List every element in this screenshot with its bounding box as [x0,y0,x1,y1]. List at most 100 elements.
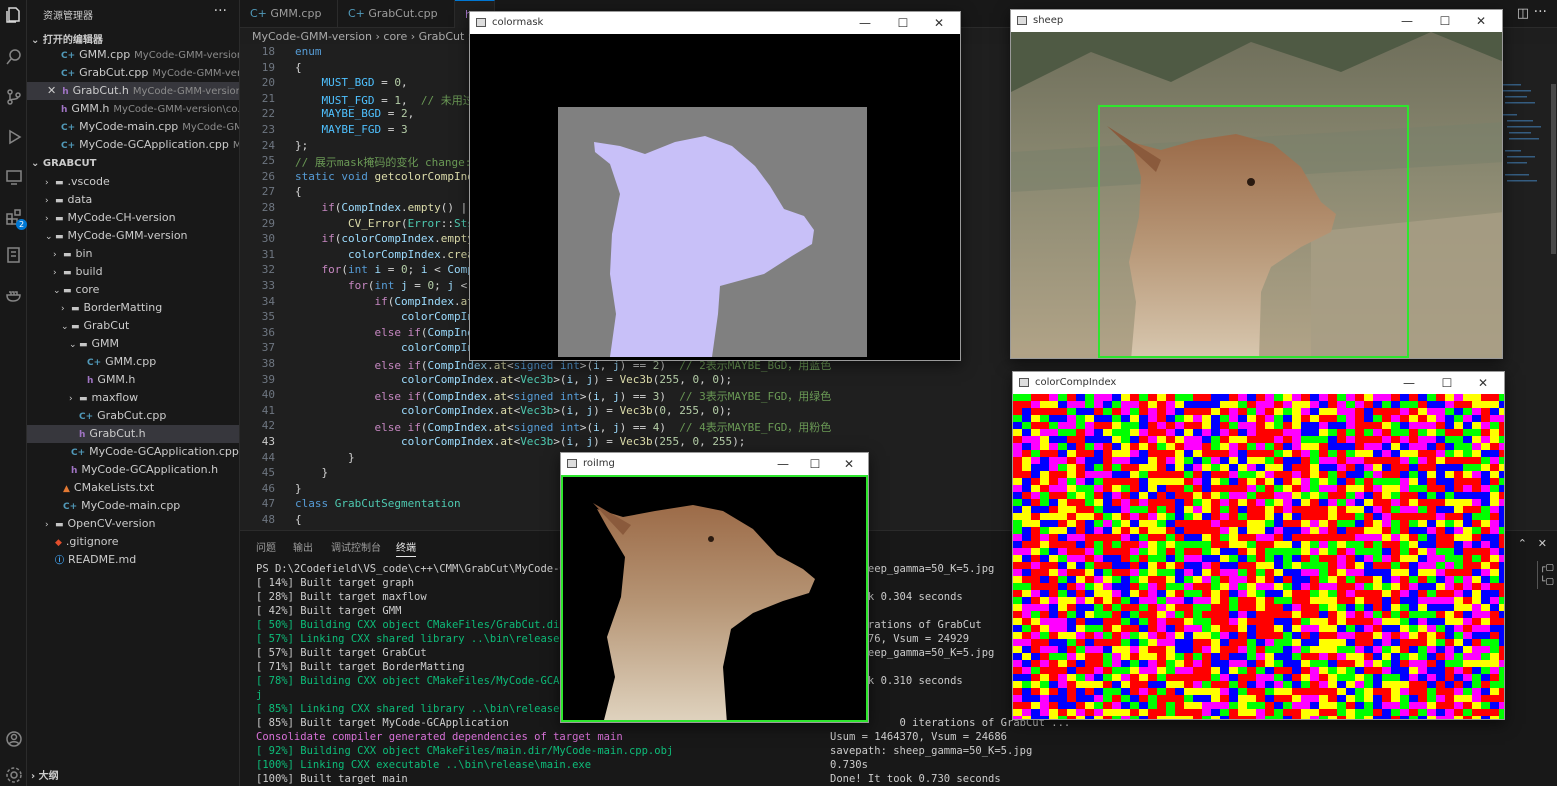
terminal-list[interactable]: ┌▢ └▢ [1537,561,1554,589]
terminal-instance-icon[interactable]: ┌▢ [1538,561,1554,575]
terminal-instance-icon[interactable]: └▢ [1538,575,1554,589]
code-line[interactable]: if(CompIndex.at< [295,295,480,308]
code-line[interactable]: colorCompInd [295,310,480,323]
tree-item[interactable]: › ▬ data [27,191,239,209]
tab-terminal[interactable]: 终端 [396,539,416,557]
tree-item[interactable]: › ▬ BorderMatting [27,299,239,317]
code-line[interactable]: if(CompIndex.empty() || [295,201,474,214]
minimize-button[interactable]: — [850,12,880,34]
tree-item[interactable]: ◆ .gitignore [27,533,239,551]
close-icon[interactable]: ✕ [47,84,56,97]
tree-item[interactable]: › ▬ MyCode-CH-version [27,209,239,227]
code-line[interactable]: colorCompIndex.creat [295,248,480,261]
tree-item[interactable]: C+ MyCode-main.cpp [27,497,239,515]
close-panel-icon[interactable]: ✕ [1538,537,1547,550]
remote-explorer-icon[interactable] [4,168,24,188]
docker-icon[interactable] [4,286,24,306]
tree-item[interactable]: ⌄ ▬ core [27,281,239,299]
close-button[interactable]: ✕ [1466,10,1496,32]
search-icon[interactable] [4,48,24,68]
tree-item[interactable]: h GrabCut.h [27,425,239,443]
tab-grabcut-cpp[interactable]: C+ GrabCut.cpp [338,0,455,28]
code-line[interactable]: MAYBE_FGD = 3 [295,123,408,136]
code-line[interactable]: else if(CompIndex.at<signed int>(i, j) =… [295,419,831,435]
maximize-button[interactable]: ☐ [1432,372,1462,394]
maximize-button[interactable]: ☐ [888,12,918,34]
colormask-titlebar[interactable]: colormask [470,12,960,34]
tree-item[interactable]: › ▬ build [27,263,239,281]
tree-item[interactable]: ⓘ README.md [27,551,239,569]
minimize-button[interactable]: — [1394,372,1424,394]
colorcompindex-window[interactable]: colorCompIndex — ☐ ✕ [1012,371,1505,720]
tree-item[interactable]: C+ MyCode-GCApplication.cpp [27,443,239,461]
tree-item[interactable]: ⌄ ▬ GMM [27,335,239,353]
maximize-button[interactable]: ☐ [1430,10,1460,32]
explorer-more-actions[interactable]: ··· [214,3,227,19]
open-editor-item[interactable]: h GMM.h MyCode-GMM-version\co... [27,100,239,118]
breadcrumb[interactable]: MyCode-GMM-version › core › GrabCut › h [252,30,483,44]
split-editor-icon[interactable]: ◫ [1517,6,1529,21]
source-control-icon[interactable] [4,88,24,108]
tree-item[interactable]: › ▬ maxflow [27,389,239,407]
roiimg-window[interactable]: roiImg — ☐ ✕ [560,452,869,723]
code-line[interactable]: for(int j = 0; j < C [295,279,481,292]
testing-icon[interactable] [4,246,24,266]
run-debug-icon[interactable] [4,128,24,148]
code-line[interactable]: class GrabCutSegmentation [295,497,461,510]
sheep-titlebar[interactable]: sheep [1011,10,1502,32]
open-editor-item[interactable]: C+GMM.cppMyCode-GMM-version\... [27,46,239,64]
code-line[interactable]: } [295,482,302,495]
project-header[interactable]: ⌄ GRABCUT [31,158,96,169]
open-editor-item[interactable]: C+GrabCut.cppMyCode-GMM-versi... [27,64,239,82]
code-line[interactable]: enum [295,45,322,58]
colormask-window[interactable]: colormask — ☐ ✕ [469,11,961,361]
tree-item[interactable]: ⌄ ▬ GrabCut [27,317,239,335]
code-line[interactable]: } [295,451,355,464]
account-icon[interactable] [4,730,24,750]
tree-item[interactable]: ▲ CMakeLists.txt [27,479,239,497]
code-line[interactable]: { [295,513,302,526]
maximize-panel-icon[interactable]: ⌃ [1518,537,1527,550]
tab-output[interactable]: 输出 [293,539,313,554]
minimize-button[interactable]: — [768,453,798,475]
code-line[interactable]: static void getcolorCompInde [295,170,480,183]
code-line[interactable]: colorCompInd [295,341,480,354]
code-line[interactable]: { [295,185,302,198]
code-line[interactable]: for(int i = 0; i < Compl [295,263,481,276]
code-line[interactable]: colorCompIndex.at<Vec3b>(i, j) = Vec3b(0… [295,404,732,417]
more-actions-icon[interactable]: ··· [1534,4,1547,20]
code-line[interactable]: }; [295,139,308,152]
tree-item[interactable]: › ▬ bin [27,245,239,263]
close-button[interactable]: ✕ [1468,372,1498,394]
colorcompindex-titlebar[interactable]: colorCompIndex [1013,372,1504,394]
tree-item[interactable]: › ▬ OpenCV-version [27,515,239,533]
tab-debug-console[interactable]: 调试控制台 [331,539,381,554]
code-line[interactable]: { [295,61,302,74]
close-button[interactable]: ✕ [924,12,954,34]
code-line[interactable]: MUST_BGD = 0, [295,76,408,89]
code-line[interactable]: // 展示mask掩码的变化 change: [295,154,471,170]
tab-problems[interactable]: 问题 [256,539,276,554]
outline-header[interactable]: › 大纲 [31,767,59,782]
explorer-icon[interactable] [4,6,24,26]
code-line[interactable]: colorCompIndex.at<Vec3b>(i, j) = Vec3b(2… [295,373,732,386]
tab-gmm-cpp[interactable]: C+ GMM.cpp [240,0,338,28]
code-line[interactable]: else if(CompInde [295,326,480,339]
tree-item[interactable]: › ▬ .vscode [27,173,239,191]
open-editor-item[interactable]: ✕ h GrabCut.h MyCode-GMM-version... [27,82,239,100]
tree-item[interactable]: C+ GrabCut.cpp [27,407,239,425]
code-line[interactable]: CV_Error(Error::StsB [295,217,480,230]
open-editor-item[interactable]: C+MyCode-main.cppMyCode-GM... [27,118,239,136]
code-line[interactable]: colorCompIndex.at<Vec3b>(i, j) = Vec3b(2… [295,435,745,448]
sheep-window[interactable]: sheep — ☐ ✕ [1010,9,1503,359]
code-line[interactable]: MUST_FGD = 1, // 未用过 [295,92,474,108]
code-line[interactable]: MAYBE_BGD = 2, [295,107,415,120]
tree-item[interactable]: ⌄ ▬ MyCode-GMM-version [27,227,239,245]
tree-item[interactable]: C+ GMM.cpp [27,353,239,371]
open-editors-header[interactable]: ⌄ 打开的编辑器 [31,31,103,46]
extensions-icon[interactable]: 2 [4,208,27,230]
maximize-button[interactable]: ☐ [800,453,830,475]
code-line[interactable]: else if(CompIndex.at<signed int>(i, j) =… [295,388,831,404]
settings-gear-icon[interactable] [4,766,24,786]
minimize-button[interactable]: — [1392,10,1422,32]
